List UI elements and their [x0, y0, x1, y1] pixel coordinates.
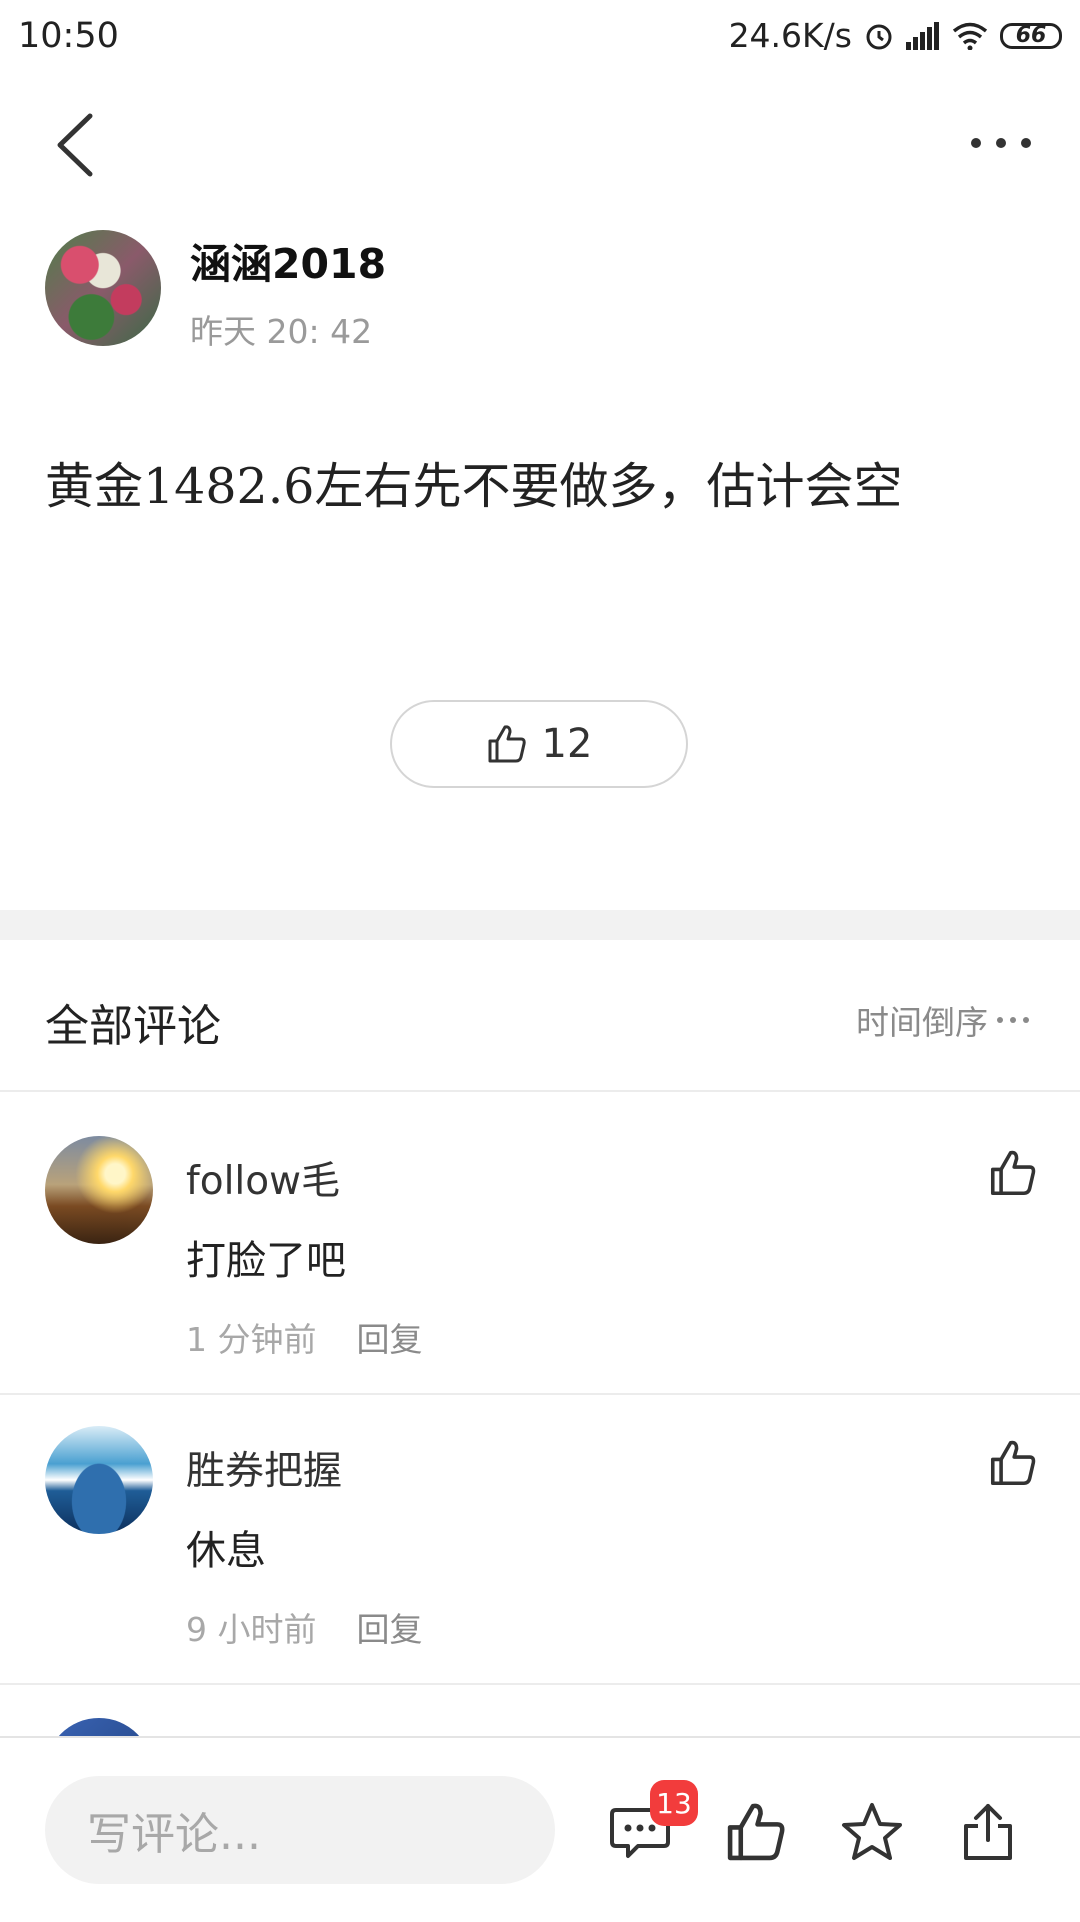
- network-speed: 24.6K/s: [728, 16, 852, 55]
- post-like-count: 12: [541, 721, 593, 767]
- star-icon[interactable]: [840, 1800, 904, 1864]
- comment-meta: 9 小时前 回复: [186, 1603, 423, 1651]
- post-timestamp: 昨天 20: 42: [190, 312, 373, 351]
- commenter-name[interactable]: 胜券把握: [186, 1440, 342, 1496]
- reply-button[interactable]: 回复: [357, 1603, 423, 1651]
- comment-text: 打脸了吧: [186, 1238, 346, 1284]
- battery-icon: 66: [1000, 22, 1062, 49]
- ellipsis-icon: [997, 1017, 1029, 1023]
- comment-like-icon[interactable]: [988, 1438, 1038, 1488]
- comment-count-badge: 13: [650, 1780, 698, 1826]
- commenter-name[interactable]: follow毛: [186, 1150, 340, 1206]
- thumbs-up-icon[interactable]: [724, 1800, 788, 1864]
- back-arrow-icon[interactable]: [50, 110, 100, 180]
- comment-meta: 1 分钟前 回复: [186, 1313, 423, 1361]
- sort-selector[interactable]: 时间倒序: [856, 996, 1030, 1044]
- status-icons: 24.6K/s 66: [729, 16, 1062, 55]
- divider: [0, 1393, 1080, 1395]
- commenter-avatar[interactable]: [45, 1136, 153, 1244]
- comment-like-icon[interactable]: [988, 1148, 1038, 1198]
- post-like-button[interactable]: 12: [390, 700, 688, 788]
- divider: [0, 1683, 1080, 1685]
- more-options-icon[interactable]: [966, 128, 1036, 158]
- author-avatar[interactable]: [45, 230, 161, 346]
- sort-label: 时间倒序: [856, 1003, 988, 1042]
- comments-section-title: 全部评论: [45, 1001, 221, 1052]
- reply-button[interactable]: 回复: [357, 1313, 423, 1361]
- alarm-icon: [866, 24, 892, 49]
- commenter-avatar[interactable]: [45, 1426, 153, 1534]
- post-content: 黄金1482.6左右先不要做多，估计会空: [45, 458, 903, 515]
- status-time: 10:50: [18, 16, 119, 56]
- comment-time: 9 小时前: [186, 1610, 317, 1649]
- thumbs-up-icon: [488, 725, 526, 763]
- comment-input[interactable]: 写评论...: [45, 1776, 555, 1884]
- section-divider: [0, 910, 1080, 940]
- author-name[interactable]: 涵涵2018: [190, 230, 386, 290]
- share-icon[interactable]: [956, 1800, 1020, 1864]
- battery-level: 66: [1015, 23, 1047, 48]
- comment-time: 1 分钟前: [186, 1320, 317, 1359]
- comment-text: 休息: [186, 1528, 266, 1574]
- wifi-icon: [952, 22, 988, 50]
- divider: [0, 1090, 1080, 1092]
- signal-icon: [906, 21, 939, 50]
- comment-input-placeholder: 写评论...: [87, 1809, 261, 1860]
